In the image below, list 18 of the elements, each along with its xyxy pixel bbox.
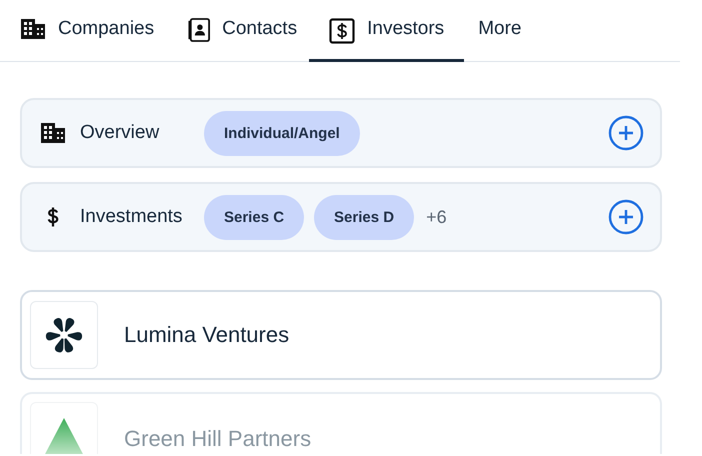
filter-label: Investments (80, 206, 184, 228)
filter-chip[interactable]: Series C (204, 194, 304, 240)
add-button[interactable] (608, 115, 644, 151)
filter-label: Overview (80, 122, 160, 144)
contact-card-icon (188, 18, 210, 42)
investor-name: Green Hill Partners (124, 426, 312, 452)
tab[interactable]: Investors (309, 16, 464, 62)
add-button[interactable] (608, 199, 644, 235)
building-icon (20, 18, 46, 40)
filter-chip[interactable]: Individual/Angel (204, 110, 360, 156)
more-count[interactable]: +6 (426, 206, 447, 228)
tab[interactable]: Companies (18, 16, 174, 62)
filter-chip[interactable]: Series D (314, 194, 414, 240)
result-card[interactable]: Lumina Ventures (20, 290, 662, 380)
tab[interactable]: More (476, 16, 542, 62)
building-icon (40, 122, 66, 144)
investor-name: Lumina Ventures (124, 322, 290, 348)
dollar-icon (329, 18, 356, 44)
